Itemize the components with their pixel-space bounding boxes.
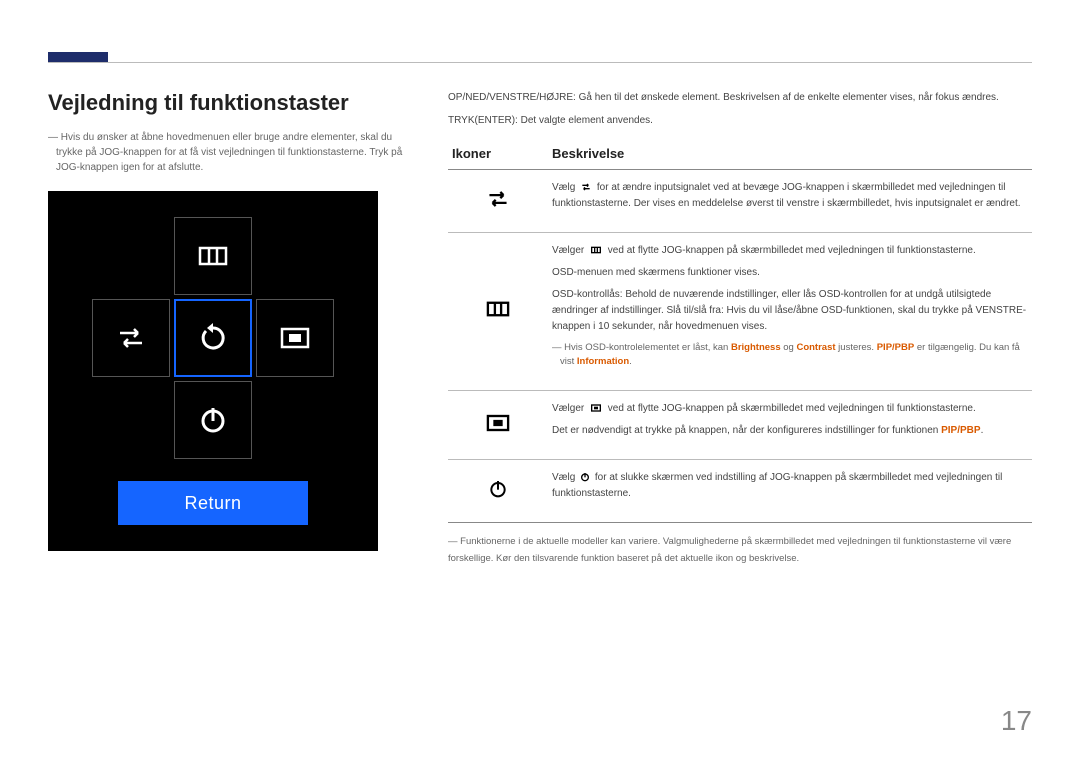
menu-icon — [484, 295, 512, 323]
table-row: Vælger ved at flytte JOG-knappen på skær… — [448, 233, 1032, 391]
osd-empty — [256, 381, 334, 459]
pip-icon — [588, 402, 604, 414]
desc-text: OSD-menuen med skærmens funktioner vises… — [552, 265, 1028, 281]
header-rule — [48, 62, 1032, 63]
osd-right-pip[interactable] — [256, 299, 334, 377]
desc-text: Vælg for at ændre inputsignalet ved at b… — [552, 180, 1028, 212]
osd-up-menu[interactable] — [174, 217, 252, 295]
desc-text: Vælger ved at flytte JOG-knappen på skær… — [552, 401, 1028, 417]
description-table: Ikoner Beskrivelse Vælg for at ændre inp… — [448, 138, 1032, 523]
osd-empty — [256, 217, 334, 295]
osd-empty — [92, 381, 170, 459]
osd-empty — [92, 217, 170, 295]
desc-note: Hvis OSD-kontrolelementet er låst, kan B… — [552, 341, 1028, 370]
undo-icon — [195, 320, 231, 356]
th-desc: Beskrivelse — [548, 138, 1032, 170]
right-top-line2: TRYK(ENTER): Det valgte element anvendes… — [448, 113, 1032, 128]
desc-text: Vælg for at slukke skærmen ved indstilli… — [552, 470, 1028, 502]
right-top-line1: OP/NED/VENSTRE/HØJRE: Gå hen til det øns… — [448, 90, 1032, 105]
pip-icon — [484, 409, 512, 437]
osd-panel: Return — [48, 191, 378, 551]
page-title: Vejledning til funktionstaster — [48, 90, 408, 116]
osd-down-power[interactable] — [174, 381, 252, 459]
power-icon — [579, 471, 591, 483]
desc-text: Vælger ved at flytte JOG-knappen på skær… — [552, 243, 1028, 259]
table-row: Vælg for at slukke skærmen ved indstilli… — [448, 459, 1032, 522]
table-footer-note: Funktionerne i de aktuelle modeller kan … — [448, 533, 1032, 567]
swap-icon — [484, 185, 512, 213]
desc-text: OSD-kontrollås: Behold de nuværende inds… — [552, 287, 1028, 335]
osd-left-swap[interactable] — [92, 299, 170, 377]
intro-note: Hvis du ønsker at åbne hovedmenuen eller… — [48, 130, 408, 175]
right-column: OP/NED/VENSTRE/HØJRE: Gå hen til det øns… — [448, 90, 1032, 567]
power-icon — [195, 402, 231, 438]
page-number: 17 — [1001, 705, 1032, 737]
swap-icon — [113, 320, 149, 356]
th-icons: Ikoner — [448, 138, 548, 170]
swap-icon — [579, 181, 593, 193]
menu-icon — [588, 244, 604, 256]
page-content: Vejledning til funktionstaster Hvis du ø… — [48, 90, 1032, 567]
header-accent-bar — [48, 52, 108, 62]
return-button[interactable]: Return — [118, 481, 308, 525]
osd-center-undo[interactable] — [174, 299, 252, 377]
table-row: Vælger ved at flytte JOG-knappen på skær… — [448, 390, 1032, 459]
osd-grid — [92, 217, 334, 459]
menu-icon — [195, 238, 231, 274]
table-row: Vælg for at ændre inputsignalet ved at b… — [448, 170, 1032, 233]
power-icon — [486, 477, 510, 501]
desc-text: Det er nødvendigt at trykke på knappen, … — [552, 423, 1028, 439]
pip-icon — [277, 320, 313, 356]
left-column: Vejledning til funktionstaster Hvis du ø… — [48, 90, 408, 567]
